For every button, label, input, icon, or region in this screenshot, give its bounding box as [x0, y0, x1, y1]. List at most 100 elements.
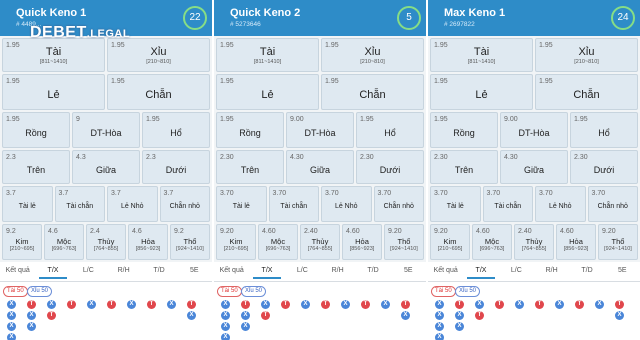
bet-option[interactable]: 1.95 Rồng [430, 112, 498, 148]
bet-option[interactable]: 2.4 Thủy [764~855] [86, 224, 126, 260]
tab-3[interactable]: L/C [503, 267, 530, 274]
bet-option[interactable]: 4.30 Giữa [286, 150, 354, 184]
bet-option[interactable]: 2.3 Trên [2, 150, 70, 184]
bet-option[interactable]: 9.00 DT-Hòa [286, 112, 354, 148]
bet-option[interactable]: 4.60 Mộc [696~763] [472, 224, 512, 260]
bet-option[interactable]: 9 DT-Hòa [72, 112, 140, 148]
bet-option[interactable]: 9.2 Kim [210~695] [2, 224, 42, 260]
tab-1[interactable]: Kết quả [4, 267, 31, 274]
tab-2[interactable]: T/X [253, 267, 281, 279]
bet-option[interactable]: 3.7 Lẻ Nhỏ [107, 186, 158, 222]
bet-option[interactable]: 2.3 Dưới [142, 150, 210, 184]
result-dot-icon: T [401, 300, 410, 309]
result-dot-icon: X [341, 300, 350, 309]
bet-option[interactable]: 4.3 Giữa [72, 150, 140, 184]
result-dot-icon: T [241, 300, 250, 309]
bet-option[interactable]: 3.70 Lẻ Nhỏ [535, 186, 586, 222]
tab-1[interactable]: Kết quả [218, 267, 245, 274]
result-dot-icon: X [187, 311, 196, 320]
bet-option[interactable]: 2.30 Trên [216, 150, 284, 184]
tab-6[interactable]: 5E [181, 267, 208, 274]
bet-option[interactable]: 9.20 Thổ [924~1410] [598, 224, 638, 260]
bet-option[interactable]: 1.95 Xỉu [210~810] [535, 38, 638, 72]
game-title[interactable]: Max Keno 1 [444, 7, 505, 19]
tab-5[interactable]: T/D [359, 267, 386, 274]
tab-6[interactable]: 5E [609, 267, 636, 274]
bet-option[interactable]: 3.70 Tài chẵn [268, 186, 319, 222]
tab-4[interactable]: R/H [324, 267, 351, 274]
bet-option[interactable]: 4.6 Hỏa [856~923] [128, 224, 168, 260]
tab-1[interactable]: Kết quả [432, 267, 459, 274]
bet-option[interactable]: 3.70 Lẻ Nhỏ [321, 186, 372, 222]
bet-option[interactable]: 1.95 Tài [811~1410] [2, 38, 105, 72]
bet-label: Giữa [309, 164, 331, 175]
bet-option[interactable]: 4.30 Giữa [500, 150, 568, 184]
bet-option[interactable]: 1.95 Tài [811~1410] [216, 38, 319, 72]
tab-2[interactable]: T/X [467, 267, 495, 279]
bet-odds: 2.30 [574, 154, 588, 161]
tab-5[interactable]: T/D [145, 267, 172, 274]
bet-label: Dưới [165, 164, 187, 175]
bet-label: Trên [240, 164, 260, 175]
bet-odds: 4.60 [346, 228, 360, 235]
tab-3[interactable]: L/C [289, 267, 316, 274]
bet-option[interactable]: 3.70 Tài lẻ [430, 186, 481, 222]
bet-option[interactable]: 1.95 Hổ [570, 112, 638, 148]
bet-odds: 1.95 [574, 116, 588, 123]
tab-5[interactable]: T/D [573, 267, 600, 274]
bet-option[interactable]: 2.40 Thủy [764~855] [514, 224, 554, 260]
bet-option[interactable]: 4.60 Mộc [696~763] [258, 224, 298, 260]
bet-option[interactable]: 9.20 Kim [210~695] [430, 224, 470, 260]
bet-option[interactable]: 1.95 Hổ [142, 112, 210, 148]
bet-option[interactable]: 4.6 Mộc [696~763] [44, 224, 84, 260]
bet-option[interactable]: 1.95 Chẵn [535, 74, 638, 110]
tab-3[interactable]: L/C [75, 267, 102, 274]
bet-label: Rồng [25, 127, 47, 138]
game-title[interactable]: Quick Keno 2 [230, 7, 300, 19]
bet-option[interactable]: 1.95 Xỉu [210~810] [321, 38, 424, 72]
bet-option[interactable]: 3.70 Tài lẻ [216, 186, 267, 222]
game-title[interactable]: Quick Keno 1 [16, 7, 86, 19]
bet-option[interactable]: 3.7 Tài chẵn [54, 186, 105, 222]
bet-option[interactable]: 3.7 Chẵn nhỏ [159, 186, 210, 222]
bet-option[interactable]: 1.95 Rồng [2, 112, 70, 148]
bet-option[interactable]: 1.95 Lẻ [430, 74, 533, 110]
bet-option[interactable]: 3.70 Chẵn nhỏ [587, 186, 638, 222]
result-dot-icon: T [187, 300, 196, 309]
bet-option[interactable]: 9.00 DT-Hòa [500, 112, 568, 148]
bet-label: Hổ [170, 127, 182, 138]
bet-label: Thủy [525, 236, 543, 246]
tab-6[interactable]: 5E [395, 267, 422, 274]
bet-option[interactable]: 1.95 Tài [811~1410] [430, 38, 533, 72]
result-dot-icon: T [261, 311, 270, 320]
bet-range: [924~1410] [176, 246, 204, 252]
bet-label: Tài lẻ [232, 202, 250, 210]
bet-option[interactable]: 4.60 Hỏa [856~923] [556, 224, 596, 260]
bet-option[interactable]: 1.95 Xỉu [210~810] [107, 38, 210, 72]
bet-option[interactable]: 3.70 Tài chẵn [482, 186, 533, 222]
bet-option[interactable]: 9.2 Thổ [924~1410] [170, 224, 210, 260]
bet-option[interactable]: 2.30 Dưới [356, 150, 424, 184]
bet-option[interactable]: 3.70 Chẵn nhỏ [373, 186, 424, 222]
bet-option[interactable]: 1.95 Chẵn [321, 74, 424, 110]
result-dot-icon: X [555, 300, 564, 309]
bet-option[interactable]: 4.60 Hỏa [856~923] [342, 224, 382, 260]
bet-option[interactable]: 1.95 Chẵn [107, 74, 210, 110]
bet-option[interactable]: 9.20 Kim [210~695] [216, 224, 256, 260]
bet-label: DT-Hòa [304, 127, 336, 138]
result-dot-icon: T [281, 300, 290, 309]
tab-2[interactable]: T/X [39, 267, 67, 279]
bet-option[interactable]: 9.20 Thổ [924~1410] [384, 224, 424, 260]
tab-4[interactable]: R/H [538, 267, 565, 274]
bet-option[interactable]: 1.95 Lẻ [216, 74, 319, 110]
bet-option[interactable]: 2.40 Thủy [764~855] [300, 224, 340, 260]
tab-4[interactable]: R/H [110, 267, 137, 274]
bet-option[interactable]: 3.7 Tài lẻ [2, 186, 53, 222]
bet-label: Hổ [384, 127, 396, 138]
bet-odds: 9.00 [290, 116, 304, 123]
bet-option[interactable]: 2.30 Dưới [570, 150, 638, 184]
bet-option[interactable]: 1.95 Rồng [216, 112, 284, 148]
bet-option[interactable]: 1.95 Hổ [356, 112, 424, 148]
bet-option[interactable]: 1.95 Lẻ [2, 74, 105, 110]
bet-option[interactable]: 2.30 Trên [430, 150, 498, 184]
